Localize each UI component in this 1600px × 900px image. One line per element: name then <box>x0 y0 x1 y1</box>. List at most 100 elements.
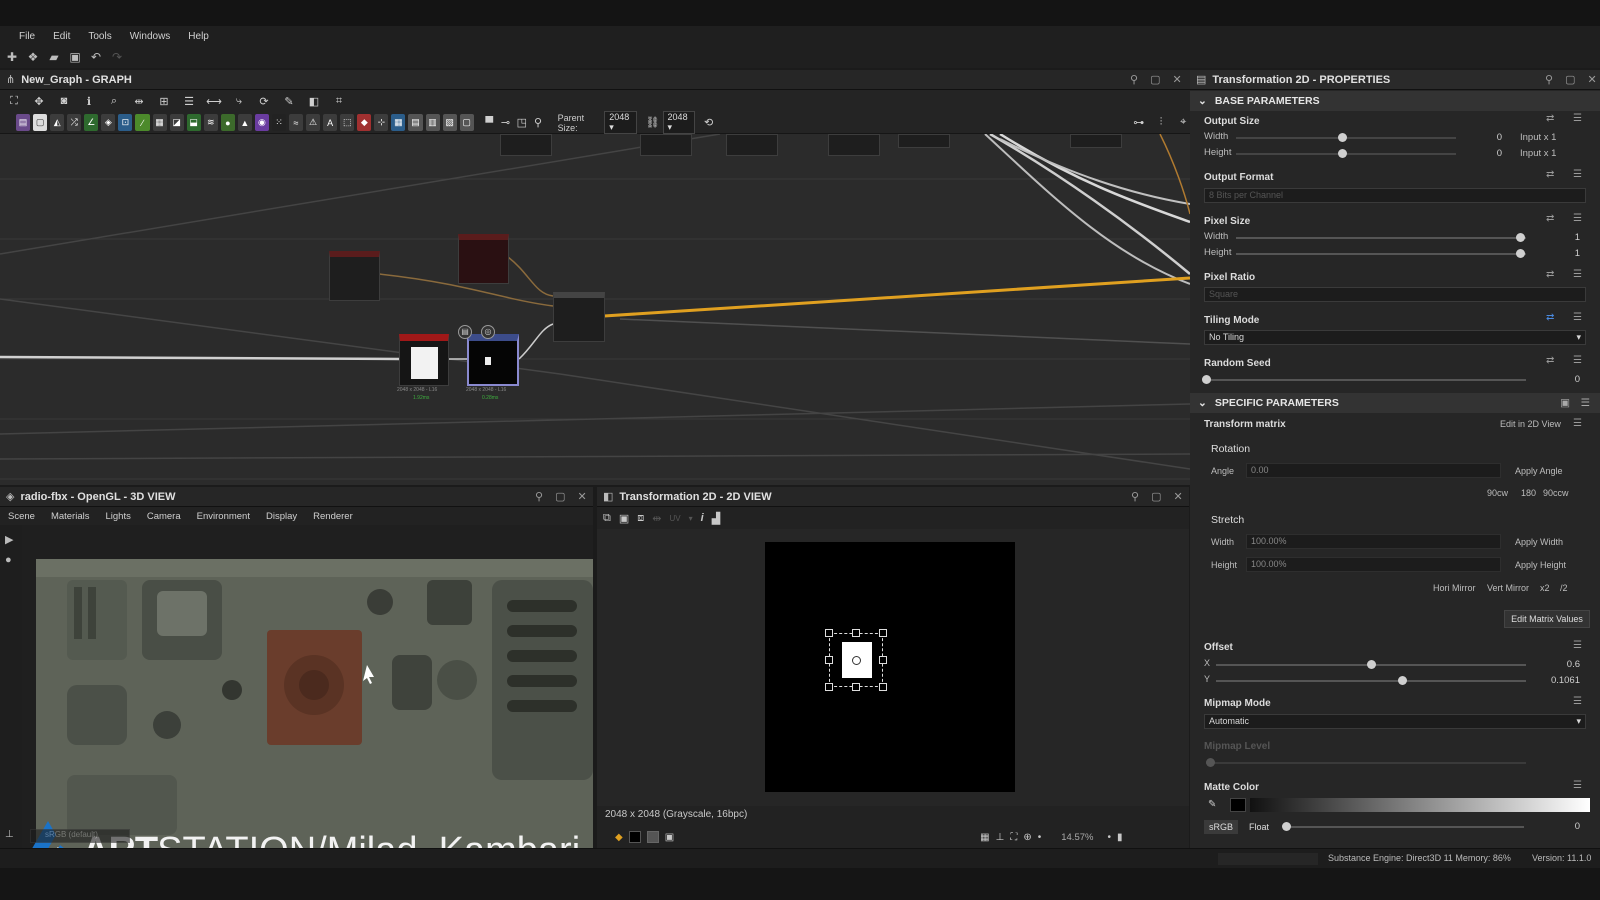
corner-handle[interactable] <box>879 629 887 637</box>
node-compact-icon[interactable]: ⊶ <box>1132 115 1145 131</box>
view-3d-menu-materials[interactable]: Materials <box>51 511 90 522</box>
maximize-icon[interactable]: ▢ <box>555 490 565 503</box>
fxmap-icon[interactable]: ⊹ <box>374 114 389 131</box>
matte-color-gradient[interactable] <box>1250 798 1590 812</box>
maximize-icon[interactable]: ▢ <box>1565 73 1575 86</box>
tile-icon[interactable]: ▦ <box>152 114 167 131</box>
undo-icon[interactable]: ↶ <box>89 50 103 64</box>
fill-icon[interactable]: ◆ <box>357 114 372 131</box>
view-3d-menu-renderer[interactable]: Renderer <box>313 511 353 522</box>
histogram-icon[interactable]: ≈ <box>289 114 304 131</box>
stretch-width-input[interactable]: 100.00% <box>1246 534 1501 549</box>
param-menu-icon[interactable]: ☰ <box>1573 355 1582 366</box>
menu-windows[interactable]: Windows <box>121 31 180 42</box>
pivot-handle[interactable] <box>852 656 861 665</box>
info-icon[interactable]: i <box>701 512 704 524</box>
shape-icon[interactable]: ◪ <box>169 114 184 131</box>
branch-icon[interactable]: ⤷ <box>231 93 247 109</box>
matte-value-slider[interactable] <box>1282 822 1524 831</box>
stack-icon[interactable]: ☰ <box>181 93 197 109</box>
maximize-icon[interactable]: ▢ <box>1150 73 1160 86</box>
angle-input[interactable]: 0.00 <box>1246 463 1501 478</box>
graph-node[interactable] <box>640 134 692 156</box>
offset-x-slider[interactable] <box>1216 660 1526 669</box>
stretch-height-input[interactable]: 100.00% <box>1246 557 1501 572</box>
corner-handle[interactable] <box>825 683 833 691</box>
graph-node[interactable] <box>726 134 778 156</box>
link-icon[interactable]: ⛓ <box>646 115 660 131</box>
tiling-icon[interactable]: ⊕ <box>1023 832 1031 843</box>
uniform-color-icon[interactable]: ▢ <box>33 114 48 131</box>
dot-icon[interactable]: • <box>1107 832 1111 843</box>
text-icon[interactable]: A <box>323 114 338 131</box>
param-menu-icon[interactable]: ☰ <box>1573 418 1582 429</box>
param-menu-icon[interactable]: ☰ <box>1573 640 1582 651</box>
frame-icon[interactable]: ⛶ <box>6 93 22 109</box>
copy-view-icon[interactable]: ⧉ <box>603 512 611 525</box>
offset-y-slider[interactable] <box>1216 676 1526 685</box>
warp-icon[interactable]: ∕ <box>135 114 150 131</box>
hori-mirror-button[interactable]: Hori Mirror <box>1433 583 1476 593</box>
pin-icon[interactable]: ⚲ <box>1131 490 1139 503</box>
reset-size-icon[interactable]: ⟲ <box>702 115 715 131</box>
slider-knob[interactable] <box>1516 233 1526 242</box>
lock-icon[interactable]: ▮ <box>1117 832 1123 843</box>
close-icon[interactable]: ✕ <box>577 490 586 503</box>
edit-in-2d-view-link[interactable]: Edit in 2D View <box>1500 419 1561 429</box>
corner-handle[interactable] <box>879 683 887 691</box>
output-format-select[interactable]: 8 Bits per Channel <box>1204 188 1586 203</box>
save-image-icon[interactable]: ▣ <box>619 512 629 525</box>
output-height-slider[interactable] <box>1236 149 1456 158</box>
crop-icon[interactable]: ⌗ <box>331 93 347 109</box>
slider-knob[interactable] <box>1398 676 1407 685</box>
colorspace-select[interactable]: sRGB (default) <box>30 829 130 843</box>
black-bg-swatch[interactable] <box>628 831 641 843</box>
uniform-color-node[interactable] <box>458 234 509 284</box>
param-menu-icon[interactable]: ☰ <box>1573 213 1582 224</box>
size-select[interactable]: 2048 ▾ <box>662 111 695 134</box>
param-menu-icon[interactable]: ☰ <box>1573 312 1582 323</box>
section-menu-icon[interactable]: ☰ <box>1581 397 1590 409</box>
parent-size-select[interactable]: 2048 ▾ <box>604 111 637 134</box>
inherit-icon[interactable]: ⇄ <box>1546 312 1554 323</box>
inherit-icon[interactable]: ⇄ <box>1546 113 1554 124</box>
scale-half-button[interactable]: /2 <box>1560 583 1568 593</box>
matte-color-swatch[interactable] <box>1230 798 1246 812</box>
pixel-height-slider[interactable] <box>1236 249 1526 258</box>
inherit-icon[interactable]: ⇄ <box>1546 355 1554 366</box>
corner-handle[interactable] <box>825 629 833 637</box>
noise-icon[interactable]: ⬓ <box>186 114 201 131</box>
tiling-mode-select[interactable]: No Tiling ▾ <box>1204 330 1586 345</box>
image-bg-icon[interactable]: ▣ <box>665 832 674 843</box>
dot-icon[interactable]: • <box>1038 832 1042 843</box>
menu-help[interactable]: Help <box>179 31 218 42</box>
inherit-icon[interactable]: ⇄ <box>1546 169 1554 180</box>
align-icon[interactable]: ⇹ <box>131 93 147 109</box>
zoom-icon[interactable]: ⌕ <box>106 93 122 109</box>
bitmap-node-icon[interactable]: ▤ <box>16 114 31 131</box>
menu-file[interactable]: File <box>10 31 44 42</box>
pixel-ratio-select[interactable]: Square <box>1204 287 1586 302</box>
redo-icon[interactable]: ↷ <box>110 50 124 64</box>
camera-icon[interactable]: ◙ <box>56 93 72 109</box>
gray-bg-swatch[interactable] <box>646 831 659 843</box>
pixel-width-slider[interactable] <box>1236 233 1526 242</box>
view-e-icon[interactable]: ▢ <box>459 114 474 131</box>
new-package-icon[interactable]: ❖ <box>26 50 40 64</box>
param-menu-icon[interactable]: ☰ <box>1573 780 1582 791</box>
comment-icon[interactable]: ▀ <box>483 115 496 131</box>
close-icon[interactable]: ✕ <box>1172 73 1181 86</box>
random-seed-slider[interactable] <box>1202 375 1526 384</box>
height-icon[interactable]: ▲ <box>237 114 252 131</box>
axes-icon[interactable]: ⊥ <box>996 832 1005 843</box>
transform-gizmo[interactable] <box>825 629 887 691</box>
graph-canvas[interactable]: 2048 x 2048 - L16 1.92ms ▤ ◎ 2048 x 2048… <box>0 134 1190 485</box>
view-b-icon[interactable]: ▤ <box>408 114 423 131</box>
edge-handle[interactable] <box>825 656 833 664</box>
edge-handle[interactable] <box>879 656 887 664</box>
float-toggle[interactable]: Float <box>1242 820 1276 834</box>
snapshot-icon[interactable]: ◧ <box>306 93 322 109</box>
close-icon[interactable]: ✕ <box>1587 73 1596 86</box>
viewport-2d[interactable] <box>597 529 1189 806</box>
node-doc-icon[interactable]: ▤ <box>458 325 472 339</box>
